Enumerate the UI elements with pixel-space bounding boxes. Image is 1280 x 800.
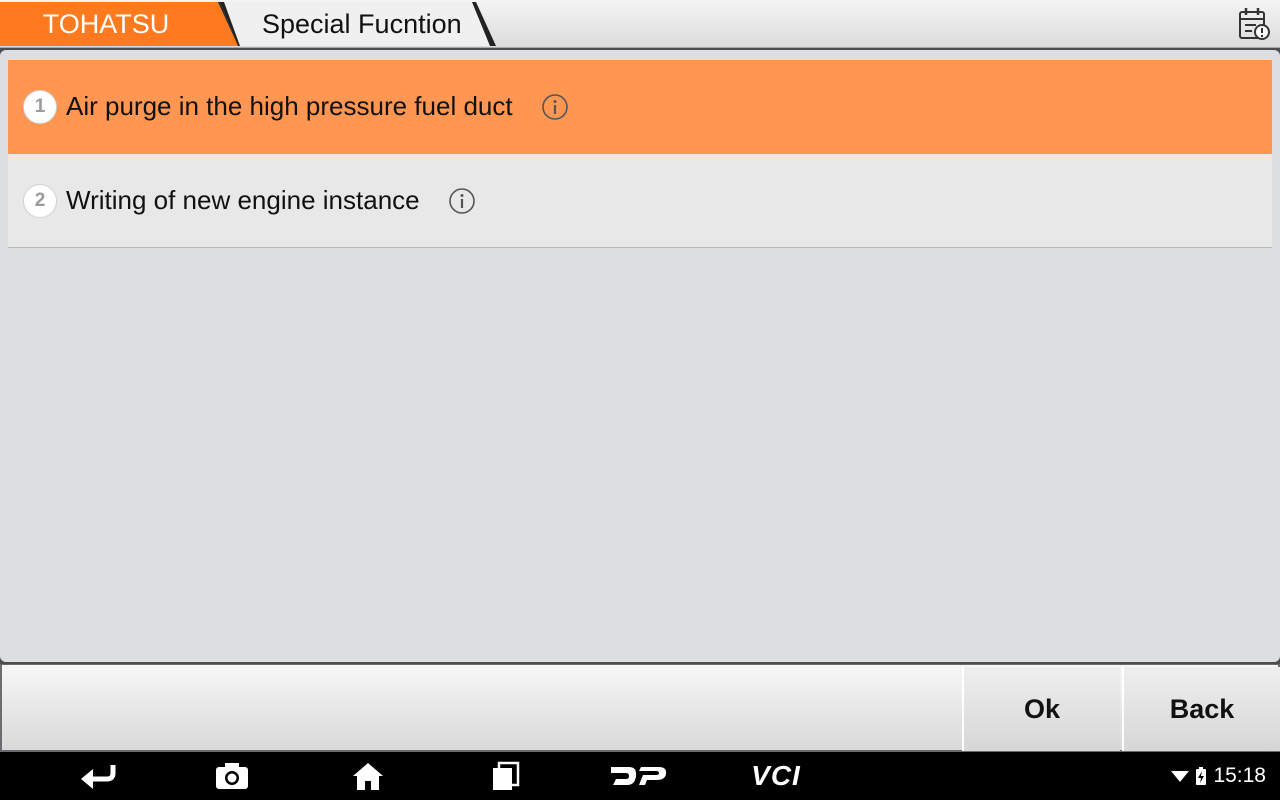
camera-icon[interactable] [214,758,250,794]
home-icon[interactable] [350,758,386,794]
function-list: 1 Air purge in the high pressure fuel du… [8,60,1272,248]
wifi-icon [1171,771,1190,782]
vci-label: VCI [751,760,801,791]
back-button[interactable]: Back [1122,667,1280,751]
breadcrumb-bar: TOHATSU Special Fucntion [0,0,1280,48]
list-item[interactable]: 1 Air purge in the high pressure fuel du… [8,60,1272,154]
item-number-badge: 2 [23,183,57,218]
info-icon[interactable] [541,93,569,121]
breadcrumb-brand[interactable]: TOHATSU [0,0,240,48]
back-icon[interactable] [78,758,118,794]
calendar-alert-icon[interactable] [1236,6,1272,42]
breadcrumb-page[interactable]: Special Fucntion [214,0,504,48]
vci-icon[interactable]: VCI [744,758,808,794]
page-title: Special Fucntion [262,9,462,39]
function-list-panel: 1 Air purge in the high pressure fuel du… [0,50,1280,662]
battery-charging-icon [1196,767,1207,785]
list-item-label: Air purge in the high pressure fuel duct [66,91,513,121]
list-item[interactable]: 2 Writing of new engine instance [8,154,1272,248]
clock: 15:18 [1213,764,1266,787]
action-bar: Ok Back [0,664,1280,752]
recents-icon[interactable] [488,758,522,794]
breadcrumb-brand-label: TOHATSU [42,9,170,39]
dp-logo-icon[interactable] [608,758,670,794]
system-nav-bar: VCI 15:18 [0,752,1280,800]
list-item-label: Writing of new engine instance [66,185,420,215]
info-icon[interactable] [448,187,476,215]
status-area: 15:18 [1171,752,1266,800]
item-number-badge: 1 [23,89,57,124]
ok-button[interactable]: Ok [962,667,1120,751]
